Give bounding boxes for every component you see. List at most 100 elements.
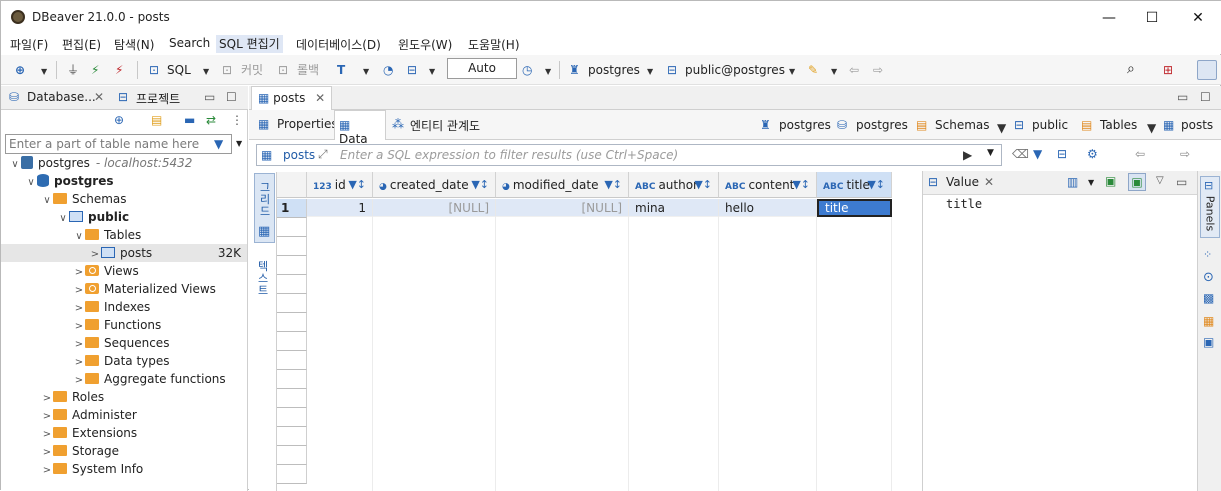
column-header-id[interactable]: 123 id ▼↕	[307, 172, 373, 198]
row-number-cell[interactable]	[277, 370, 307, 389]
tree-item-administer[interactable]: > Administer	[1, 406, 247, 424]
grouping-icon[interactable]: ▩	[1203, 291, 1217, 305]
breadcrumb-posts[interactable]: posts	[1181, 118, 1213, 132]
grid-cell-title[interactable]: title	[817, 199, 892, 217]
grid-cell-created-date[interactable]: [NULL]	[373, 199, 496, 217]
breadcrumb-schemas[interactable]: Schemas	[935, 118, 990, 132]
transaction-mode-dropdown-icon[interactable]: ▼	[363, 63, 369, 81]
close-tab-icon[interactable]: ✕	[94, 90, 104, 104]
tab-projects[interactable]: 프로젝트	[136, 90, 180, 107]
erase-filter-icon[interactable]: ⌫	[1012, 147, 1029, 161]
row-number-cell[interactable]	[277, 237, 307, 256]
view-menu-icon[interactable]: ⋮	[231, 113, 243, 127]
minimize-panel-icon[interactable]: ▭	[204, 90, 215, 104]
column-header-title[interactable]: ABC title ▼↕	[817, 172, 892, 198]
search-icon[interactable]: ⌕	[1127, 60, 1135, 78]
collapse-all-icon[interactable]: ▬	[184, 113, 195, 127]
results-grid[interactable]: 123 id ▼↕ ◕ created_date ▼↕ ◕ modified_date ▼↕ AB…	[276, 172, 892, 491]
breadcrumb-public[interactable]: public	[1032, 118, 1068, 132]
menu-database[interactable]: 데이터베이스(D)	[296, 36, 381, 53]
calc-icon[interactable]: ▦	[1203, 314, 1217, 328]
lock-icon[interactable]: ⊟	[407, 61, 417, 79]
datasource-dropdown-icon[interactable]: ▼	[647, 63, 653, 81]
tree-item-public[interactable]: ∨ public	[1, 208, 247, 226]
tab-data[interactable]: ▦ Data	[334, 110, 386, 146]
tab-er-diagram[interactable]: 엔티티 관계도	[410, 117, 480, 134]
back-icon[interactable]: ⇦	[849, 61, 859, 79]
close-tab-icon[interactable]: ✕	[315, 91, 325, 105]
column-filter-sort-icon[interactable]: ▼↕	[604, 172, 622, 198]
row-number-cell[interactable]	[277, 427, 307, 446]
tree-item-posts[interactable]: > posts 32K	[1, 244, 247, 262]
row-number-cell[interactable]	[277, 465, 307, 484]
tree-item-system-info[interactable]: > System Info	[1, 460, 247, 478]
history-dropdown-icon[interactable]: ▼	[545, 63, 551, 81]
schema-dropdown-icon[interactable]: ▼	[789, 63, 795, 81]
open-perspective-icon[interactable]: ⊞	[1163, 61, 1173, 79]
tree-item-indexes[interactable]: > Indexes	[1, 298, 247, 316]
history-icon[interactable]: ◷	[522, 61, 532, 79]
lock-dropdown-icon[interactable]: ▼	[429, 63, 435, 81]
forward-icon[interactable]: ⇨	[873, 61, 883, 79]
column-header-modified-date[interactable]: ◕ modified_date ▼↕	[496, 172, 629, 198]
disconnect-icon[interactable]: ⏚	[67, 61, 79, 79]
sql-dropdown-icon[interactable]: ▼	[203, 63, 209, 81]
tree-item-roles[interactable]: > Roles	[1, 388, 247, 406]
tab-properties[interactable]: Properties	[277, 117, 338, 131]
maximize-panel-icon[interactable]: ☐	[226, 90, 237, 104]
filter-settings-icon[interactable]: ▼	[1033, 147, 1042, 161]
tree-item-extensions[interactable]: > Extensions	[1, 424, 247, 442]
filter-dropdown-icon[interactable]: ▼	[236, 139, 242, 148]
menu-navigate[interactable]: 탐색(N)	[114, 36, 154, 53]
minimize-button[interactable]: —	[1099, 8, 1119, 28]
tree-item-materialized-views[interactable]: > Materialized Views	[1, 280, 247, 298]
row-number-cell[interactable]	[277, 351, 307, 370]
metadata-icon[interactable]: ▣	[1203, 335, 1217, 349]
disconnect-all-icon[interactable]: ⚡	[115, 61, 123, 79]
grid-corner[interactable]	[277, 172, 307, 198]
tab-posts[interactable]: ▦ posts ✕	[251, 86, 333, 110]
dbeaver-perspective-icon[interactable]	[1197, 60, 1217, 80]
tree-item-functions[interactable]: > Functions	[1, 316, 247, 334]
dashboard-icon[interactable]: ◔	[383, 61, 393, 79]
row-number-cell[interactable]	[277, 313, 307, 332]
content-viewer-icon[interactable]: ▥	[1067, 175, 1078, 189]
transform-icon[interactable]: ⚙	[1087, 147, 1098, 161]
menu-window[interactable]: 윈도우(W)	[398, 36, 452, 53]
datasource-selector[interactable]: postgres	[588, 61, 640, 79]
grid-cell-id[interactable]: 1	[307, 199, 373, 217]
column-header-author[interactable]: ABC author ▼↕	[629, 172, 719, 198]
tree-item-postgres[interactable]: ∨ postgres	[1, 172, 247, 190]
link-editor-icon[interactable]: ⇄	[206, 113, 216, 127]
row-number-cell[interactable]	[277, 275, 307, 294]
filter-icon[interactable]: ▼	[214, 137, 223, 151]
schemas-dropdown-icon[interactable]: ▼	[997, 121, 1006, 135]
close-button[interactable]: ✕	[1188, 8, 1208, 28]
row-number-cell[interactable]: 1	[277, 199, 307, 218]
column-header-created-date[interactable]: ◕ created_date ▼↕	[373, 172, 496, 198]
row-number-cell[interactable]	[277, 389, 307, 408]
schema-selector[interactable]: public@postgres	[685, 61, 785, 79]
menu-file[interactable]: 파일(F)	[10, 36, 48, 53]
connect-icon[interactable]: ⚡	[91, 61, 99, 79]
minimize-value-panel-icon[interactable]: ▭	[1176, 175, 1187, 189]
tab-database-navigator[interactable]: Database...	[27, 90, 96, 104]
tree-item-postgres[interactable]: ∨ postgres - localhost:5432	[1, 154, 247, 172]
sql-button[interactable]: SQL	[167, 61, 191, 79]
tree-item-views[interactable]: > Views	[1, 262, 247, 280]
row-number-cell[interactable]	[277, 332, 307, 351]
grid-cell-modified-date[interactable]: [NULL]	[496, 199, 629, 217]
menu-help[interactable]: 도움말(H)	[468, 36, 520, 53]
close-value-panel-icon[interactable]: ✕	[984, 175, 994, 189]
nav-forward-icon[interactable]: ⇨	[1180, 147, 1190, 161]
new-folder-icon[interactable]: ▤	[151, 113, 162, 127]
tree-item-storage[interactable]: > Storage	[1, 442, 247, 460]
value-content[interactable]: title	[946, 197, 982, 211]
menu-edit[interactable]: 편집(E)	[62, 36, 101, 53]
maximize-editor-icon[interactable]: ☐	[1200, 90, 1211, 104]
menu-sql-editor[interactable]: SQL 편집기	[216, 35, 283, 53]
content-viewer-dropdown-icon[interactable]: ▼	[1088, 178, 1094, 187]
tables-dropdown-icon[interactable]: ▼	[1147, 121, 1156, 135]
tab-text[interactable]: 텍스트	[253, 261, 273, 297]
new-connection-dropdown-icon[interactable]: ▼	[41, 63, 47, 81]
